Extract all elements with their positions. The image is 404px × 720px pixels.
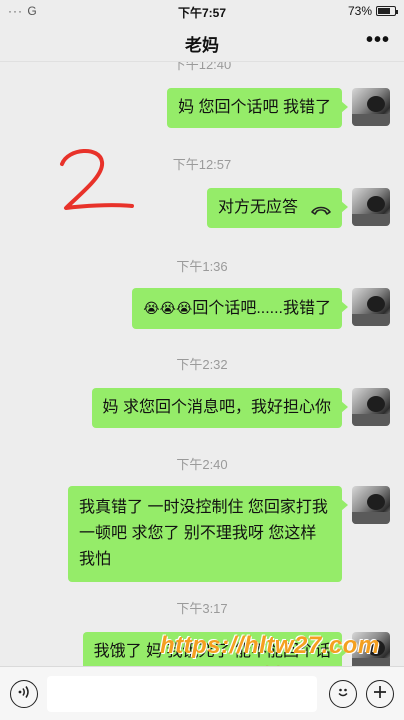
voice-input-button[interactable] (10, 680, 38, 708)
message-bubble[interactable]: 妈 求您回个消息吧，我好担心你 (91, 388, 349, 428)
status-bar: ··· G 下午7:57 73% (0, 0, 404, 22)
watermark: https://hltw27.com 黑料网 (160, 632, 400, 688)
message-text: 妈 求您回个消息吧，我好担心你 (102, 399, 331, 416)
message-bubble[interactable]: 妈 您回个话吧 我错了 (167, 88, 348, 128)
timestamp: 下午2:32 (176, 357, 228, 372)
message-input[interactable] (47, 676, 317, 712)
call-declined-icon (310, 200, 332, 226)
message-text: 妈 您回个话吧 我错了 (178, 99, 331, 116)
plus-icon (372, 684, 388, 705)
watermark-url: https://hltw27.com (160, 632, 380, 659)
battery-icon (376, 6, 398, 16)
chat-header: 老妈 ••• (0, 22, 404, 62)
call-record-bubble[interactable]: 对方无应答 (206, 188, 349, 228)
chat-title: 老妈 (185, 36, 219, 55)
message-text: 我真错了 一时没控制住 您回家打我一顿吧 求您了 别不理我呀 您这样我怕 (79, 499, 328, 568)
message-bubble[interactable]: 我真错了 一时没控制住 您回家打我一顿吧 求您了 别不理我呀 您这样我怕 (68, 486, 348, 582)
handwritten-annotation (60, 148, 134, 210)
input-bar (0, 666, 404, 720)
timestamp: 下午3:17 (176, 601, 228, 616)
timestamp: 下午12:40 (172, 62, 232, 72)
message-text: 回个话吧......我错了 (192, 300, 331, 317)
avatar[interactable] (352, 388, 390, 426)
emoji-icon (335, 684, 351, 705)
battery-indicator: 73% (347, 4, 398, 18)
status-time: 下午7:57 (177, 6, 227, 20)
more-options-button[interactable]: ••• (366, 29, 390, 52)
avatar[interactable] (352, 288, 390, 326)
add-attachment-button[interactable] (366, 680, 394, 708)
avatar[interactable] (352, 188, 390, 226)
voice-icon (16, 684, 32, 705)
timestamp: 下午1:36 (176, 259, 228, 274)
avatar[interactable] (352, 88, 390, 126)
emoji-button[interactable] (329, 680, 357, 708)
battery-fill (378, 8, 390, 14)
message-text: 对方无应答 (217, 199, 298, 216)
message-bubble[interactable]: 😭😭😭回个话吧......我错了 (132, 288, 348, 329)
crying-emoji-icon: 😭😭😭 (143, 300, 193, 316)
avatar[interactable] (352, 486, 390, 524)
timestamp: 下午2:40 (176, 457, 228, 472)
battery-percent: 73% (347, 4, 372, 18)
message-list[interactable]: 下午12:40 妈 您回个话吧 我错了 下午12:57 对方无应答 下午1:36… (0, 62, 404, 666)
